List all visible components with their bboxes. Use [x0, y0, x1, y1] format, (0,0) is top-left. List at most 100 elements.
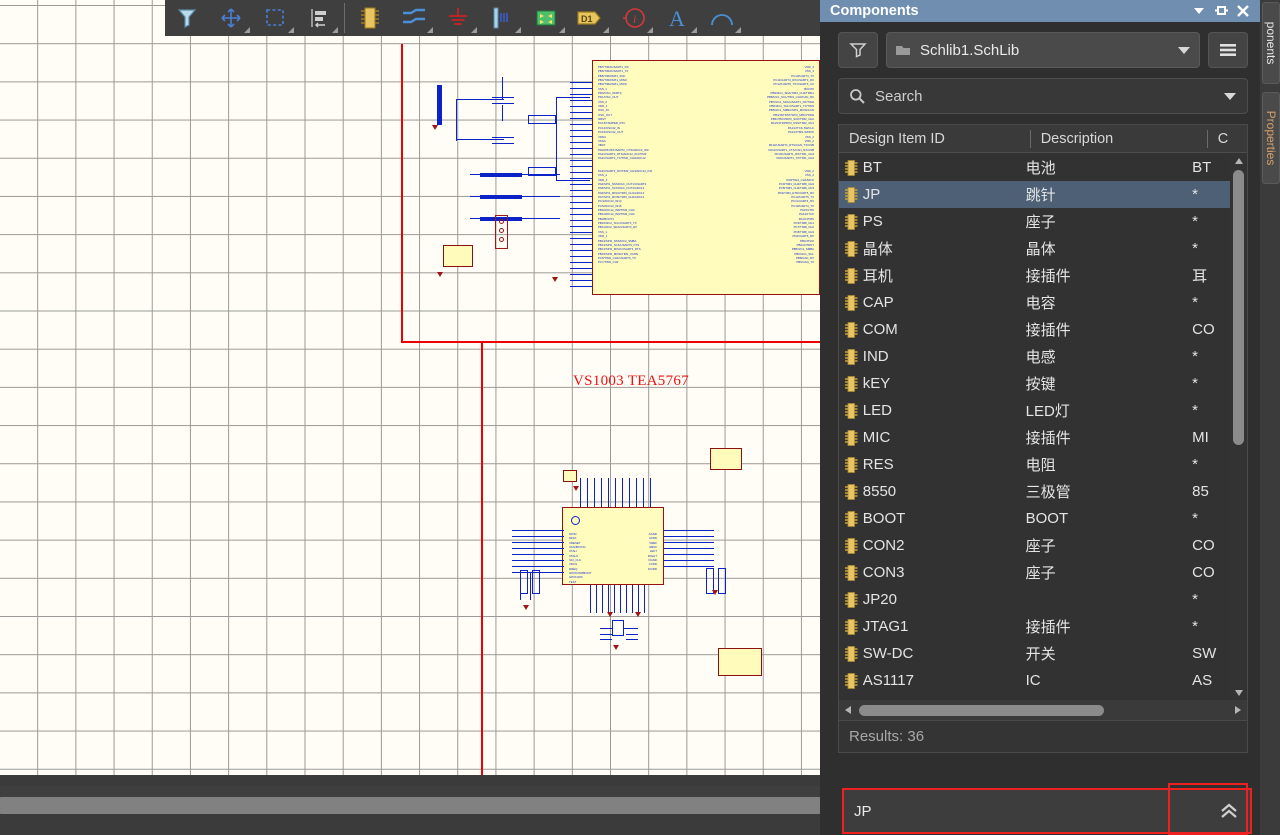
scroll-down-arrow[interactable] — [1230, 686, 1247, 700]
table-row[interactable]: SW-DC 开关 SW — [839, 640, 1247, 667]
dropdown-caret[interactable] — [559, 27, 565, 33]
scroll-right-arrow[interactable] — [1229, 705, 1247, 715]
cell-design-item-id: 8550 — [862, 483, 897, 500]
dropdown-caret[interactable] — [332, 27, 338, 33]
table-row[interactable]: 晶体 晶体 * — [839, 235, 1247, 262]
codec-pin-labels-right: AGND AVDD VREF GBUF LEFT RIGHT DGND CVDD IOVDD — [647, 532, 657, 571]
column-header-description[interactable]: Description — [1031, 131, 1207, 147]
component-chip-icon — [839, 483, 863, 501]
vscroll-thumb[interactable] — [1233, 170, 1244, 445]
small-chip-topright[interactable] — [710, 448, 742, 470]
table-row[interactable]: AS1117 IC AS — [839, 667, 1247, 694]
vtab-properties[interactable]: Properties — [1262, 92, 1280, 184]
search-placeholder: Search — [875, 87, 923, 105]
gnd-symbol-6 — [635, 612, 641, 617]
filter-tool-button[interactable] — [165, 1, 209, 35]
table-header: Design Item ID Description C — [839, 125, 1247, 153]
schematic-canvas[interactable]: PB7/TIM4/USART1_RX PB6/TIM4/USART1_TX PB5/… — [0, 0, 820, 775]
column-header-design-item-id[interactable]: Design Item ID — [839, 131, 1030, 147]
table-row[interactable]: 8550 三极管 85 — [839, 478, 1247, 505]
dropdown-caret[interactable] — [735, 27, 741, 33]
dropdown-caret[interactable] — [515, 27, 521, 33]
search-input[interactable]: Search — [838, 78, 1248, 114]
library-filter-button[interactable] — [838, 32, 878, 68]
table-row[interactable]: MIC 接插件 MI — [839, 424, 1247, 451]
double-chevron-up-icon[interactable] — [1218, 802, 1240, 820]
align-tool-button[interactable] — [297, 1, 341, 35]
library-menu-button[interactable] — [1208, 32, 1248, 68]
gnd-symbol-7 — [712, 590, 718, 595]
codec-bottom-pins — [590, 585, 645, 613]
library-select[interactable]: Schlib1.SchLib — [886, 32, 1200, 68]
table-row[interactable]: 耳机 接插件耳 — [839, 262, 1247, 289]
place-sheet-symbol-tool-button[interactable] — [524, 1, 568, 35]
scroll-up-arrow[interactable] — [1230, 154, 1247, 168]
table-row[interactable]: JP20 * — [839, 586, 1247, 613]
table-row[interactable]: BT 电池 BT — [839, 154, 1247, 181]
cell-design-item-id: RES — [862, 456, 894, 473]
table-row[interactable]: LED LED灯 * — [839, 397, 1247, 424]
component-chip-icon — [839, 672, 863, 690]
place-component-field[interactable]: JP — [843, 789, 1251, 833]
component-chip-icon — [839, 294, 863, 312]
place-wire-tool-button[interactable] — [392, 1, 436, 35]
canvas-hscroll-track[interactable] — [0, 786, 820, 814]
place-arc-tool-button[interactable] — [700, 1, 744, 35]
cell-design-item-id: BOOT — [862, 510, 906, 527]
cell-design-item-id: MIC — [862, 429, 891, 446]
move-tool-button[interactable] — [209, 1, 253, 35]
place-port-tool-button[interactable]: D1 — [568, 1, 612, 35]
dropdown-caret[interactable] — [471, 27, 477, 33]
chevron-down-icon[interactable] — [1223, 91, 1237, 101]
dropdown-caret[interactable] — [244, 27, 250, 33]
component-chip-icon — [839, 321, 863, 339]
hscroll-thumb[interactable] — [859, 704, 1104, 716]
table-row[interactable]: JTAG1 接插件 * — [839, 613, 1247, 640]
cell-description: 接插件 — [1025, 268, 1071, 285]
dropdown-caret[interactable] — [603, 27, 609, 33]
panel-close-button[interactable] — [1232, 1, 1254, 21]
place-bus-tool-button[interactable] — [480, 1, 524, 35]
scroll-left-arrow[interactable] — [839, 705, 857, 715]
dropdown-caret[interactable] — [647, 27, 653, 33]
wire-icon — [403, 8, 425, 24]
place-part-tool-button[interactable] — [348, 1, 392, 35]
panel-collapse-button[interactable] — [1188, 1, 1210, 21]
small-chip-bottomright[interactable] — [718, 648, 762, 676]
cell-description: 座子 — [1025, 538, 1056, 555]
place-no-erc-tool-button[interactable]: i — [612, 1, 656, 35]
cell-description: 开关 — [1025, 646, 1056, 663]
table-row[interactable]: RES 电阻 * — [839, 451, 1247, 478]
table-row[interactable]: COM 接插件 CO — [839, 316, 1247, 343]
table-row[interactable]: kEY 按键 * — [839, 370, 1247, 397]
table-row[interactable]: IND 电感 * — [839, 343, 1247, 370]
component-chip-icon — [839, 429, 863, 447]
small-chip-left[interactable] — [563, 470, 577, 482]
place-text-tool-button[interactable]: A — [656, 1, 700, 35]
codec-symbol-lower[interactable]: MOSI MISO XRESET XCS/BSYNC XTALI XTALO SCI_CLK… — [562, 507, 664, 585]
dropdown-caret[interactable] — [427, 27, 433, 33]
dropdown-caret[interactable] — [691, 27, 697, 33]
dropdown-caret[interactable] — [288, 27, 294, 33]
regulator-chip[interactable] — [443, 245, 473, 267]
select-area-tool-button[interactable] — [253, 1, 297, 35]
column-header-c[interactable]: C — [1208, 131, 1247, 147]
table-row[interactable]: CON3 座子 CO — [839, 559, 1247, 586]
hscroll-track[interactable] — [857, 704, 1229, 716]
table-hscrollbar[interactable] — [839, 700, 1247, 720]
canvas-hscroll-thumb[interactable] — [0, 797, 820, 814]
table-row[interactable]: CAP 电容 * — [839, 289, 1247, 316]
place-gnd-tool-button[interactable] — [436, 1, 480, 35]
table-row[interactable]: PS 座子 * — [839, 208, 1247, 235]
table-row[interactable]: CON2 座子 CO — [839, 532, 1247, 559]
mcu-symbol-upper[interactable]: PB7/TIM4/USART1_RX PB6/TIM4/USART1_TX PB5/… — [592, 60, 820, 295]
chevron-down-icon[interactable] — [1177, 45, 1191, 55]
table-row[interactable]: JP 跳针 * — [839, 181, 1247, 208]
panel-pin-button[interactable] — [1210, 1, 1232, 21]
vtab-components[interactable]: ponents — [1262, 2, 1280, 84]
codec-top-pins — [580, 478, 652, 508]
table-row[interactable]: BOOT BOOT * — [839, 505, 1247, 532]
table-vscrollbar[interactable] — [1230, 154, 1247, 700]
component-chip-icon — [839, 240, 863, 258]
cell-description: 按键 — [1025, 376, 1056, 393]
